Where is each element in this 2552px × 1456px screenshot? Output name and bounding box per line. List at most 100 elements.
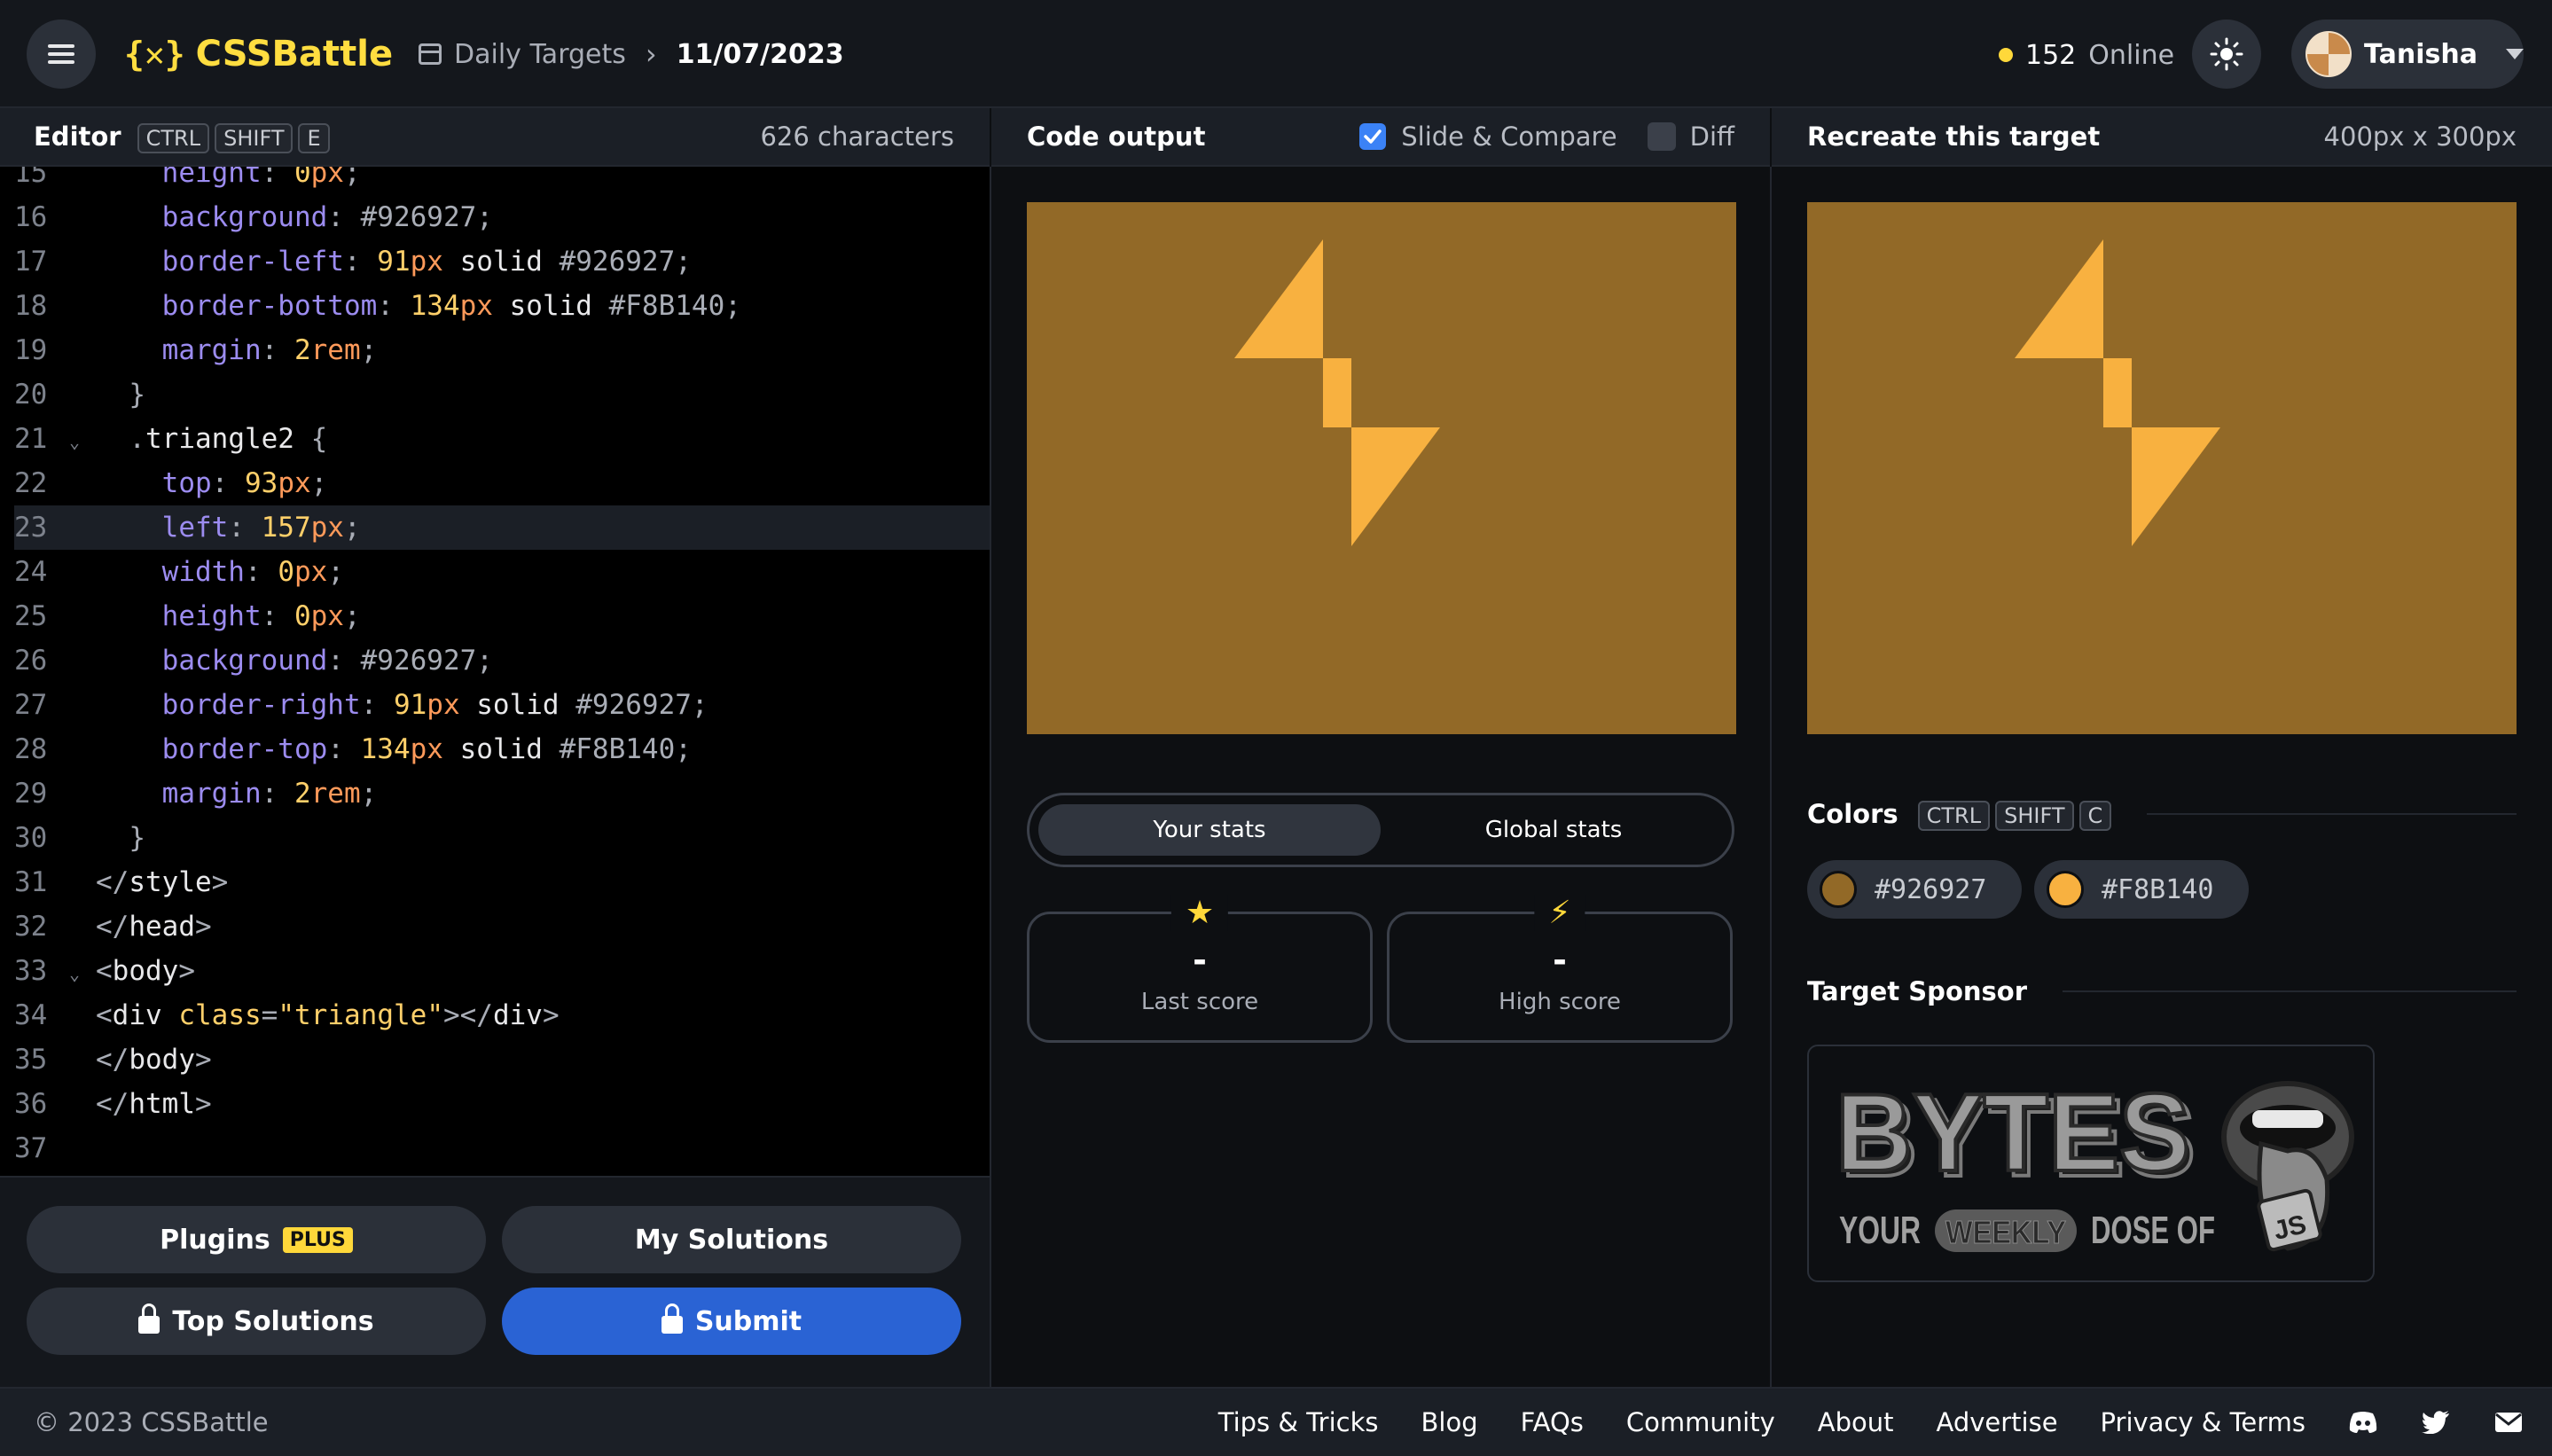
code-token: border-left bbox=[161, 246, 344, 278]
fold-chevron-icon[interactable]: ⌄ bbox=[69, 419, 96, 464]
plus-badge: PLUS bbox=[282, 1226, 353, 1253]
code-line[interactable]: 22 top: 93px; bbox=[14, 461, 990, 505]
code-line[interactable]: 24 width: 0px; bbox=[14, 550, 990, 594]
sponsor-dose: DOSE OF bbox=[2091, 1209, 2215, 1252]
sponsor-banner[interactable]: BYTES BYTES YOUR WEEKLY DOSE OF JS bbox=[1807, 1045, 2375, 1282]
menu-button[interactable] bbox=[27, 20, 96, 89]
checkbox-checked-icon[interactable] bbox=[1358, 122, 1387, 151]
code-token: solid bbox=[459, 689, 576, 721]
code-line[interactable]: 25 height: 0px; bbox=[14, 594, 990, 638]
code-token: . bbox=[129, 423, 145, 455]
code-line[interactable]: 33 ⌄ <body> bbox=[14, 949, 990, 993]
color-swatch[interactable]: #926927 bbox=[1807, 860, 2022, 919]
code-token: px bbox=[410, 733, 443, 765]
footer: © 2023 CSSBattle Tips & Tricks Blog FAQs… bbox=[0, 1387, 2552, 1456]
code-token: : bbox=[327, 733, 361, 765]
code-token: > bbox=[211, 866, 229, 898]
footer-link-faqs[interactable]: FAQs bbox=[1521, 1407, 1584, 1437]
code-line[interactable]: 17 border-left: 91px solid #926927; bbox=[14, 239, 990, 284]
code-token: { bbox=[294, 423, 328, 455]
theme-toggle-button[interactable] bbox=[2192, 20, 2261, 89]
fold-chevron-icon[interactable]: ⌄ bbox=[69, 951, 96, 996]
sun-icon bbox=[2210, 37, 2243, 71]
code-line[interactable]: 32 </head> bbox=[14, 904, 990, 949]
discord-icon[interactable] bbox=[2348, 1410, 2378, 1435]
code-token: px bbox=[310, 512, 344, 544]
code-token: : bbox=[261, 334, 294, 366]
footer-link-community[interactable]: Community bbox=[1626, 1407, 1775, 1437]
footer-link-about[interactable]: About bbox=[1818, 1407, 1894, 1437]
checkbox-unchecked-icon[interactable] bbox=[1647, 122, 1676, 151]
code-line[interactable]: 31 </style> bbox=[14, 860, 990, 904]
twitter-icon[interactable] bbox=[2421, 1410, 2451, 1435]
code-line[interactable]: 23 left: 157px; bbox=[14, 505, 990, 550]
hamburger-icon bbox=[48, 44, 74, 64]
code-line[interactable]: 26 background: #926927; bbox=[14, 638, 990, 683]
code-line[interactable]: 28 border-top: 134px solid #F8B140; bbox=[14, 727, 990, 771]
code-token: : bbox=[211, 467, 245, 499]
code-line[interactable]: 36 </html> bbox=[14, 1082, 990, 1126]
last-score-label: Last score bbox=[1140, 989, 1259, 1015]
panel-divider[interactable] bbox=[1770, 167, 1772, 1387]
sponsor-header: Target Sponsor bbox=[1807, 974, 2517, 1009]
footer-link-privacy[interactable]: Privacy & Terms bbox=[2101, 1407, 2305, 1437]
my-solutions-button[interactable]: My Solutions bbox=[502, 1206, 961, 1273]
code-line[interactable]: 21 ⌄ .triangle2 { bbox=[14, 417, 990, 461]
code-line[interactable]: 35 </body> bbox=[14, 1037, 990, 1082]
code-token: 157 bbox=[261, 512, 311, 544]
bytes-logo: BYTES BYTES YOUR WEEKLY DOSE OF JS bbox=[1834, 1070, 2354, 1252]
mail-icon[interactable] bbox=[2493, 1410, 2524, 1435]
high-score-label: High score bbox=[1499, 989, 1621, 1015]
colors-title: Colors bbox=[1807, 799, 1898, 829]
line-number: 34 bbox=[14, 999, 48, 1031]
diff-toggle[interactable]: Diff bbox=[1647, 121, 1734, 152]
line-number: 32 bbox=[14, 911, 48, 943]
code-token: #926927 bbox=[559, 246, 676, 278]
code-line[interactable]: 30 } bbox=[14, 816, 990, 860]
code-line[interactable]: 29 margin: 2rem; bbox=[14, 771, 990, 816]
target-size: 400px x 300px bbox=[2323, 121, 2517, 152]
code-line[interactable]: 19 margin: 2rem; bbox=[14, 328, 990, 372]
panel-divider[interactable] bbox=[990, 167, 991, 1387]
slide-compare-toggle[interactable]: Slide & Compare bbox=[1358, 121, 1617, 152]
line-number: 24 bbox=[14, 556, 48, 588]
submit-button[interactable]: Submit bbox=[502, 1288, 961, 1355]
editor-header: Editor CTRL SHIFT E 626 characters bbox=[0, 108, 990, 167]
color-swatch[interactable]: #F8B140 bbox=[2034, 860, 2249, 919]
top-solutions-button[interactable]: Top Solutions bbox=[27, 1288, 486, 1355]
code-token: width bbox=[161, 556, 245, 588]
target-image[interactable] bbox=[1807, 202, 2517, 734]
code-token: 0 bbox=[294, 600, 311, 632]
breadcrumb-daily-targets[interactable]: Daily Targets bbox=[454, 39, 626, 70]
kbd-e: E bbox=[298, 123, 330, 153]
code-token: ></ bbox=[442, 999, 493, 1031]
kbd-c: C bbox=[2078, 801, 2112, 831]
my-solutions-label: My Solutions bbox=[634, 1224, 829, 1256]
plugins-button[interactable]: Plugins PLUS bbox=[27, 1206, 486, 1273]
code-line[interactable]: 18 border-bottom: 134px solid #F8B140; bbox=[14, 284, 990, 328]
code-token: ; bbox=[343, 512, 361, 544]
code-line[interactable]: 15 height: 0px; bbox=[14, 167, 990, 195]
code-token: solid bbox=[492, 290, 609, 322]
footer-link-tips[interactable]: Tips & Tricks bbox=[1218, 1407, 1379, 1437]
code-editor[interactable]: 15 height: 0px; 16 background: #926927; 17… bbox=[0, 167, 990, 1176]
footer-link-blog[interactable]: Blog bbox=[1421, 1407, 1478, 1437]
code-token: px bbox=[410, 246, 443, 278]
tab-your-stats[interactable]: Your stats bbox=[1038, 804, 1381, 856]
tab-global-stats[interactable]: Global stats bbox=[1382, 804, 1725, 856]
code-output-preview[interactable] bbox=[1027, 202, 1736, 734]
user-menu-button[interactable]: Tanisha bbox=[2291, 20, 2524, 89]
code-line[interactable]: 20 } bbox=[14, 372, 990, 417]
footer-link-advertise[interactable]: Advertise bbox=[1937, 1407, 2058, 1437]
code-line[interactable]: 27 border-right: 91px solid #926927; bbox=[14, 683, 990, 727]
code-token: div bbox=[492, 999, 543, 1031]
code-token: border-right bbox=[161, 689, 361, 721]
code-line[interactable]: 34 <div class="triangle"></div> bbox=[14, 993, 990, 1037]
logo[interactable]: {✕} CSSBattle bbox=[124, 30, 393, 78]
code-line[interactable]: 37 bbox=[14, 1126, 990, 1170]
code-token: : bbox=[244, 556, 278, 588]
code-line[interactable]: 16 background: #926927; bbox=[14, 195, 990, 239]
